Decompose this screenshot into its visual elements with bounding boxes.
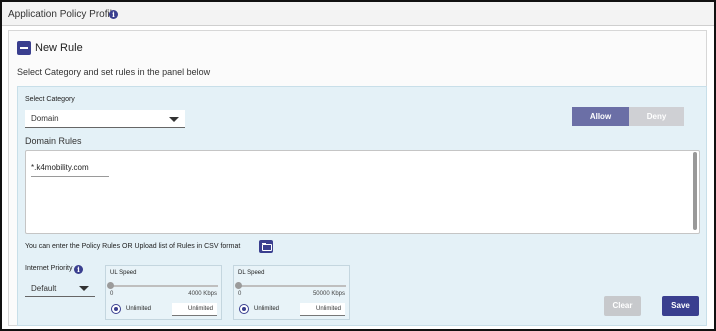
ul-speed-slider-handle[interactable] xyxy=(107,282,114,289)
dl-speed-max: 50000 Kbps xyxy=(312,291,345,297)
upload-hint-text: You can enter the Policy Rules OR Upload… xyxy=(25,243,241,250)
rules-scrollbar[interactable] xyxy=(693,152,697,230)
ul-speed-max: 4000 Kbps xyxy=(188,291,217,297)
priority-dropdown[interactable]: Default xyxy=(25,280,95,297)
ul-unlimited-radio[interactable] xyxy=(111,304,121,314)
dl-speed-slider-track[interactable] xyxy=(238,285,346,287)
page-title: Application Policy Profile xyxy=(8,9,118,20)
ul-speed-slider-track[interactable] xyxy=(110,285,218,287)
ul-speed-min: 0 xyxy=(110,291,114,297)
domain-rule-entry[interactable]: *.k4mobility.com xyxy=(31,163,109,177)
collapse-minus-icon[interactable] xyxy=(17,41,31,55)
category-dropdown[interactable]: Domain xyxy=(25,110,185,128)
info-icon[interactable]: i xyxy=(109,10,118,19)
priority-selected-value: Default xyxy=(31,284,57,293)
domain-rules-label: Domain Rules xyxy=(25,136,82,146)
instructions-text: Select Category and set rules in the pan… xyxy=(17,67,211,77)
dl-unlimited-label: Unlimited xyxy=(254,306,280,312)
caret-down-icon xyxy=(79,286,89,291)
ul-speed-box: UL Speed 0 4000 Kbps Unlimited Unlimited xyxy=(105,265,222,320)
dl-speed-title: DL Speed xyxy=(238,270,265,276)
category-selected-value: Domain xyxy=(31,114,59,123)
dl-speed-input[interactable]: Unlimited xyxy=(300,303,345,316)
dl-unlimited-radio[interactable] xyxy=(239,304,249,314)
allow-button[interactable]: Allow xyxy=(572,107,629,126)
header-bar: Application Policy Profile i xyxy=(2,2,714,26)
deny-button[interactable]: Deny xyxy=(629,107,684,126)
domain-rules-textarea[interactable] xyxy=(25,150,700,234)
save-button[interactable]: Save xyxy=(662,296,699,316)
select-category-label: Select Category xyxy=(25,96,75,103)
ul-speed-input[interactable]: Unlimited xyxy=(172,303,217,316)
dl-speed-min: 0 xyxy=(238,291,242,297)
priority-info-icon[interactable]: i xyxy=(74,265,83,274)
dl-speed-box: DL Speed 0 50000 Kbps Unlimited Unlimite… xyxy=(233,265,350,320)
ul-speed-title: UL Speed xyxy=(110,270,137,276)
ul-unlimited-label: Unlimited xyxy=(126,306,152,312)
caret-down-icon xyxy=(169,117,179,122)
internet-priority-label: Internet Priority xyxy=(25,265,73,272)
new-rule-heading: New Rule xyxy=(35,42,83,54)
dl-speed-slider-handle[interactable] xyxy=(235,282,242,289)
clear-button[interactable]: Clear xyxy=(604,296,641,316)
upload-folder-icon[interactable] xyxy=(259,240,273,253)
